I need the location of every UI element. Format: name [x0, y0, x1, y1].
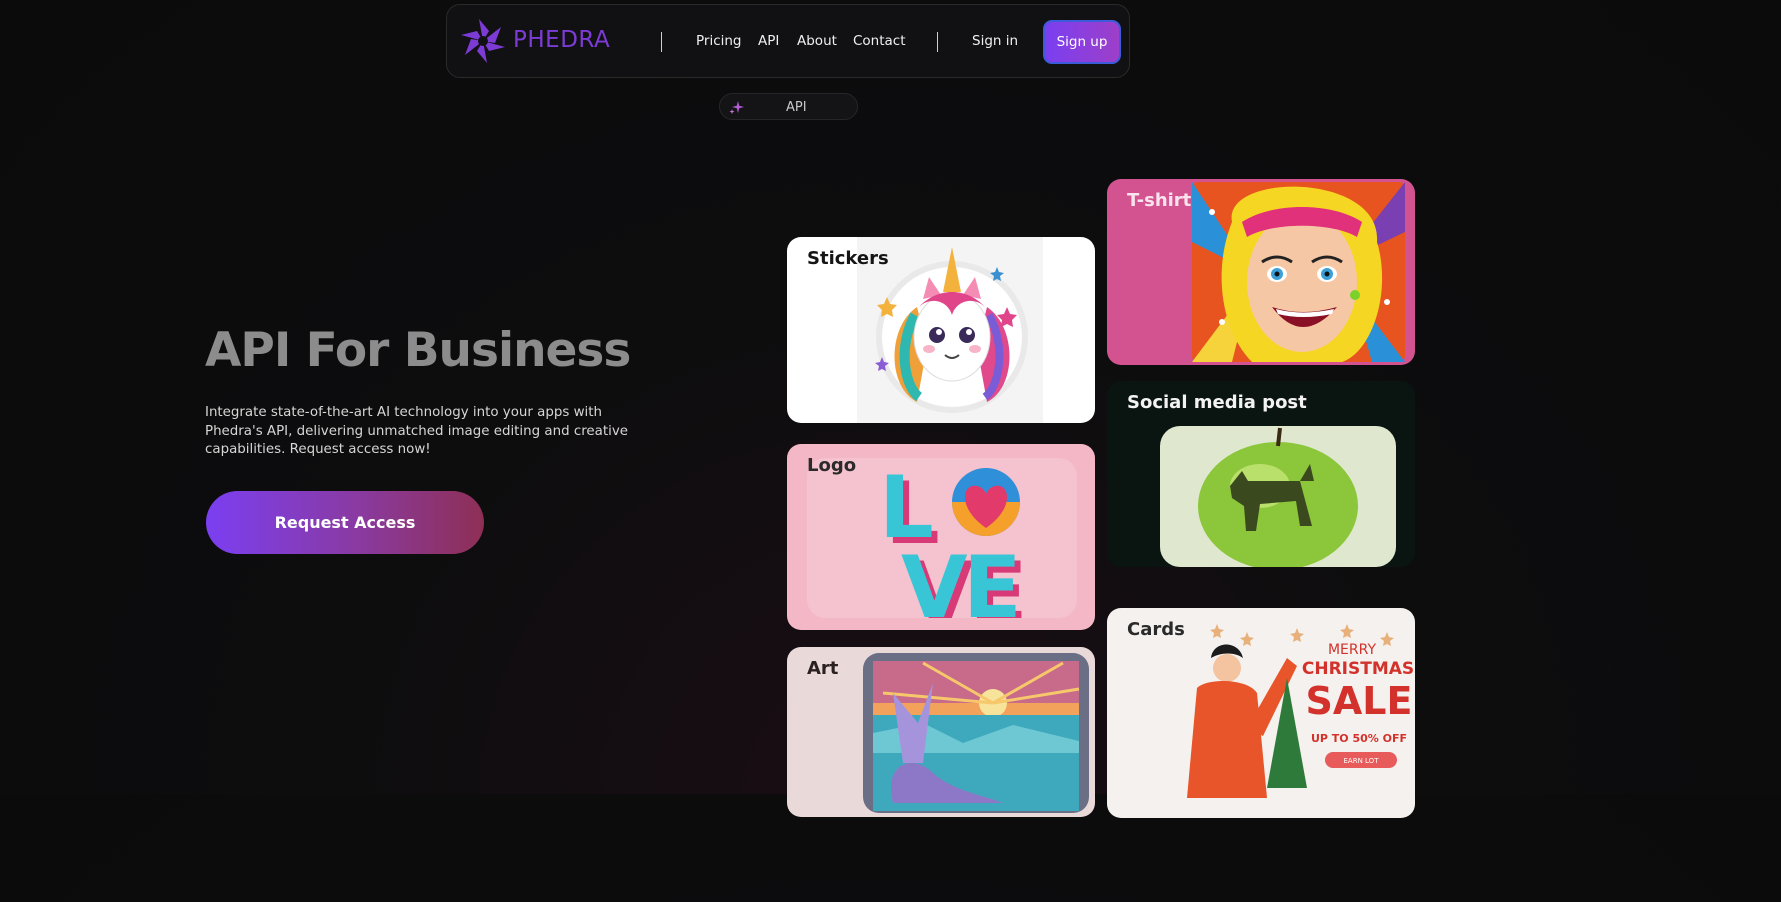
popart-woman-image — [1192, 182, 1405, 362]
card-label: Logo — [807, 455, 857, 476]
card-text-sale: SALE — [1306, 679, 1413, 723]
card-text-discount: UP TO 50% OFF — [1311, 732, 1407, 745]
card-social-media-post[interactable]: Social media post — [1107, 381, 1415, 567]
card-text-merry: MERRY — [1328, 642, 1376, 658]
nav-link-pricing[interactable]: Pricing — [696, 33, 742, 49]
love-logo-image: L L V V E E — [807, 458, 1077, 618]
top-navbar: PHEDRA Pricing API About Contact Sign in… — [446, 4, 1130, 78]
card-label: Art — [807, 658, 839, 679]
hero-description: Integrate state-of-the-art AI technology… — [205, 405, 628, 457]
nav-divider — [937, 32, 938, 52]
nav-link-api[interactable]: API — [758, 33, 779, 49]
apple-dog-image — [1160, 426, 1396, 567]
card-label: Cards — [1127, 619, 1185, 640]
card-label: T-shirt — [1127, 190, 1192, 211]
section-badge: API — [719, 93, 858, 120]
card-stickers[interactable]: Stickers — [787, 237, 1095, 423]
christmas-sale-image: MERRY CHRISTMAS SALE UP TO 50% OFF EARN … — [1187, 624, 1414, 798]
nav-divider — [661, 32, 662, 52]
card-label: Social media post — [1127, 392, 1307, 413]
love-letter: E — [963, 538, 1022, 618]
request-access-button[interactable]: Request Access — [206, 491, 484, 554]
card-label: Stickers — [807, 248, 889, 269]
sign-up-button[interactable]: Sign up — [1043, 20, 1121, 64]
sparkle-icon — [729, 101, 744, 115]
section-badge-label: API — [786, 100, 807, 115]
page-title: API For Business — [205, 323, 631, 378]
card-art[interactable]: Art — [787, 647, 1095, 817]
card-logo[interactable]: Logo L L V V E E — [787, 444, 1095, 630]
love-letter: V — [901, 538, 968, 618]
card-text-earn: EARN LOT — [1344, 757, 1380, 765]
papercraft-whale-image — [863, 653, 1089, 813]
card-cards[interactable]: Cards MERRY CHRISTMAS SALE UP TO 50% OFF… — [1107, 608, 1415, 818]
nav-link-contact[interactable]: Contact — [853, 33, 906, 49]
card-text-christmas: CHRISTMAS — [1302, 659, 1414, 679]
nav-link-about[interactable]: About — [797, 33, 837, 49]
phedra-logo-icon[interactable] — [459, 17, 507, 65]
brand-name[interactable]: PHEDRA — [513, 27, 610, 53]
sign-in-link[interactable]: Sign in — [972, 33, 1018, 49]
card-tshirt[interactable]: T-shirt — [1107, 179, 1415, 365]
